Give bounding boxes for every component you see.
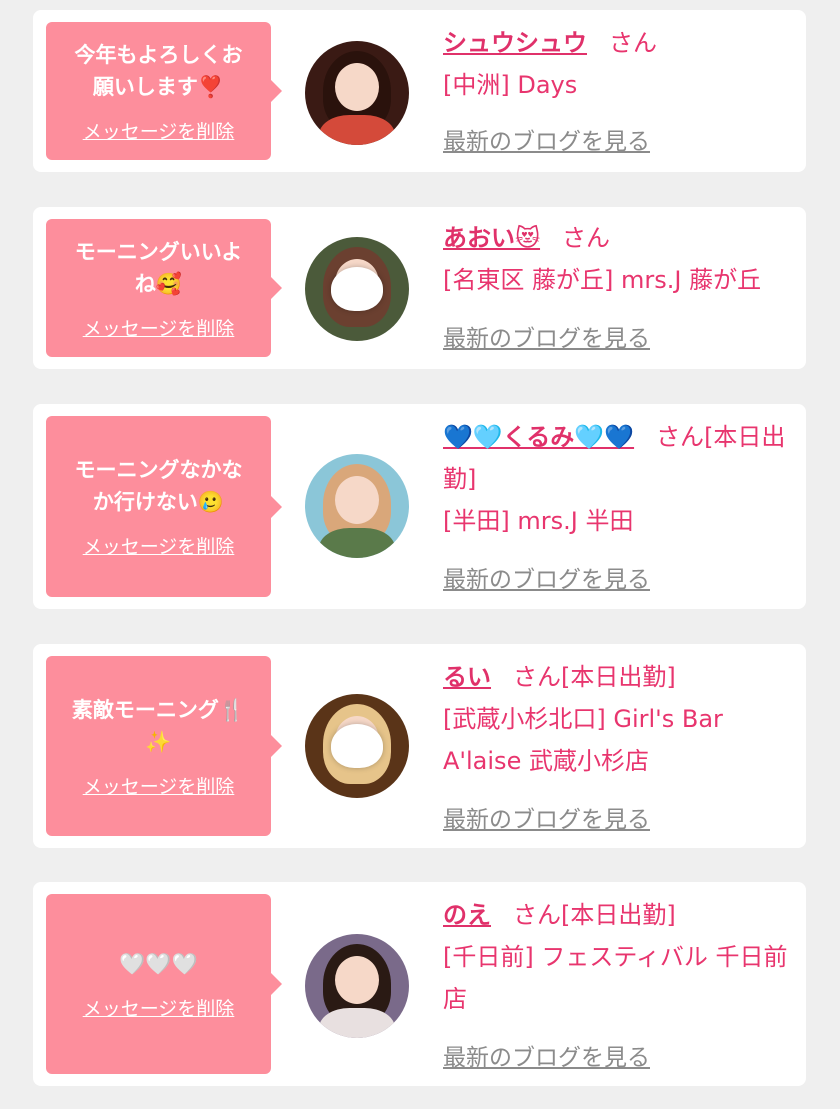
name-line: のえ さん[本日出勤] <box>443 894 793 936</box>
message-bubble: 素敵モーニング🍴 ✨ メッセージを削除 <box>46 656 282 836</box>
avatar-body <box>319 115 395 145</box>
name-line: 💙🩵くるみ🩵💙 さん[本日出勤] <box>443 416 793 500</box>
blog-link[interactable]: 最新のブログを見る <box>443 319 650 353</box>
profile-info: あおい😻 さん [名東区 藤が丘] mrs.J 藤が丘 <box>443 217 793 301</box>
store-name: [半田] mrs.J 半田 <box>443 507 634 535</box>
name-line: シュウシュウ さん <box>443 22 793 64</box>
cast-name-link[interactable]: るい <box>443 663 491 691</box>
message-bubble: モーニングいいよ ね🥰 メッセージを削除 <box>46 219 282 357</box>
cast-name-link[interactable]: あおい😻 <box>443 224 540 252</box>
avatar-face <box>335 63 379 111</box>
delete-message-link[interactable]: メッセージを削除 <box>83 532 235 559</box>
honorific: さん <box>513 663 561 691</box>
avatar[interactable] <box>305 41 409 145</box>
face-cover-cloud <box>331 724 383 768</box>
message-text: 今年もよろしくお 願いします❣️ <box>74 42 243 99</box>
message-card: 素敵モーニング🍴 ✨ メッセージを削除 るい さん[本日出勤] [武蔵小杉北口] … <box>33 644 806 848</box>
message-card: 今年もよろしくお 願いします❣️ メッセージを削除 シュウシュウ さん [中洲] … <box>33 10 806 172</box>
blog-link[interactable]: 最新のブログを見る <box>443 122 650 156</box>
avatar[interactable] <box>305 694 409 798</box>
message-card: 🤍🤍🤍 メッセージを削除 のえ さん[本日出勤] [千日前] フェスティバル 千日… <box>33 882 806 1086</box>
avatar[interactable] <box>305 237 409 341</box>
avatar-face <box>335 956 379 1004</box>
honorific: さん <box>656 423 705 451</box>
avatar-face <box>335 476 379 524</box>
store-name: [中洲] Days <box>443 71 578 99</box>
message-bubble: 🤍🤍🤍 メッセージを削除 <box>46 894 282 1074</box>
avatar-body <box>319 528 395 558</box>
message-text: 素敵モーニング🍴 ✨ <box>71 697 246 754</box>
work-status: [本日出勤] <box>561 663 676 691</box>
message-text: モーニングなかな か行けない🥲 <box>74 458 243 514</box>
message-card: モーニングいいよ ね🥰 メッセージを削除 あおい😻 さん [名東区 藤が丘] mr… <box>33 207 806 369</box>
store-name: [千日前] フェスティバル 千日前店 <box>443 943 788 1013</box>
blog-link[interactable]: 最新のブログを見る <box>443 1038 650 1072</box>
honorific: さん <box>609 29 657 57</box>
store-name: [武蔵小杉北口] Girl's Bar A'laise 武蔵小杉店 <box>443 705 723 775</box>
message-text: 🤍🤍🤍 <box>119 951 198 976</box>
avatar-body <box>319 1008 395 1038</box>
delete-message-link[interactable]: メッセージを削除 <box>83 994 235 1021</box>
message-text: モーニングいいよ ね🥰 <box>74 239 243 296</box>
cast-name-link[interactable]: シュウシュウ <box>443 29 587 57</box>
name-line: あおい😻 さん <box>443 217 793 259</box>
name-line: るい さん[本日出勤] <box>443 656 793 698</box>
message-card: モーニングなかな か行けない🥲 メッセージを削除 💙🩵くるみ🩵💙 さん[本日出勤]… <box>33 404 806 609</box>
delete-message-link[interactable]: メッセージを削除 <box>83 772 235 799</box>
avatar[interactable] <box>305 934 409 1038</box>
honorific: さん <box>513 901 561 929</box>
message-bubble: 今年もよろしくお 願いします❣️ メッセージを削除 <box>46 22 282 160</box>
cast-name-link[interactable]: のえ <box>443 901 491 929</box>
honorific: さん <box>562 224 611 252</box>
blog-link[interactable]: 最新のブログを見る <box>443 560 650 594</box>
profile-info: るい さん[本日出勤] [武蔵小杉北口] Girl's Bar A'laise 武… <box>443 656 793 782</box>
blog-link[interactable]: 最新のブログを見る <box>443 800 650 834</box>
delete-message-link[interactable]: メッセージを削除 <box>83 314 235 341</box>
work-status: [本日出勤] <box>561 901 676 929</box>
message-bubble: モーニングなかな か行けない🥲 メッセージを削除 <box>46 416 282 597</box>
cast-name-link[interactable]: 💙🩵くるみ🩵💙 <box>443 423 634 451</box>
profile-info: 💙🩵くるみ🩵💙 さん[本日出勤] [半田] mrs.J 半田 <box>443 416 793 542</box>
store-name: [名東区 藤が丘] mrs.J 藤が丘 <box>443 266 762 294</box>
profile-info: シュウシュウ さん [中洲] Days <box>443 22 793 106</box>
avatar[interactable] <box>305 454 409 558</box>
face-cover-heart <box>331 267 383 311</box>
delete-message-link[interactable]: メッセージを削除 <box>83 117 235 144</box>
profile-info: のえ さん[本日出勤] [千日前] フェスティバル 千日前店 <box>443 894 793 1020</box>
